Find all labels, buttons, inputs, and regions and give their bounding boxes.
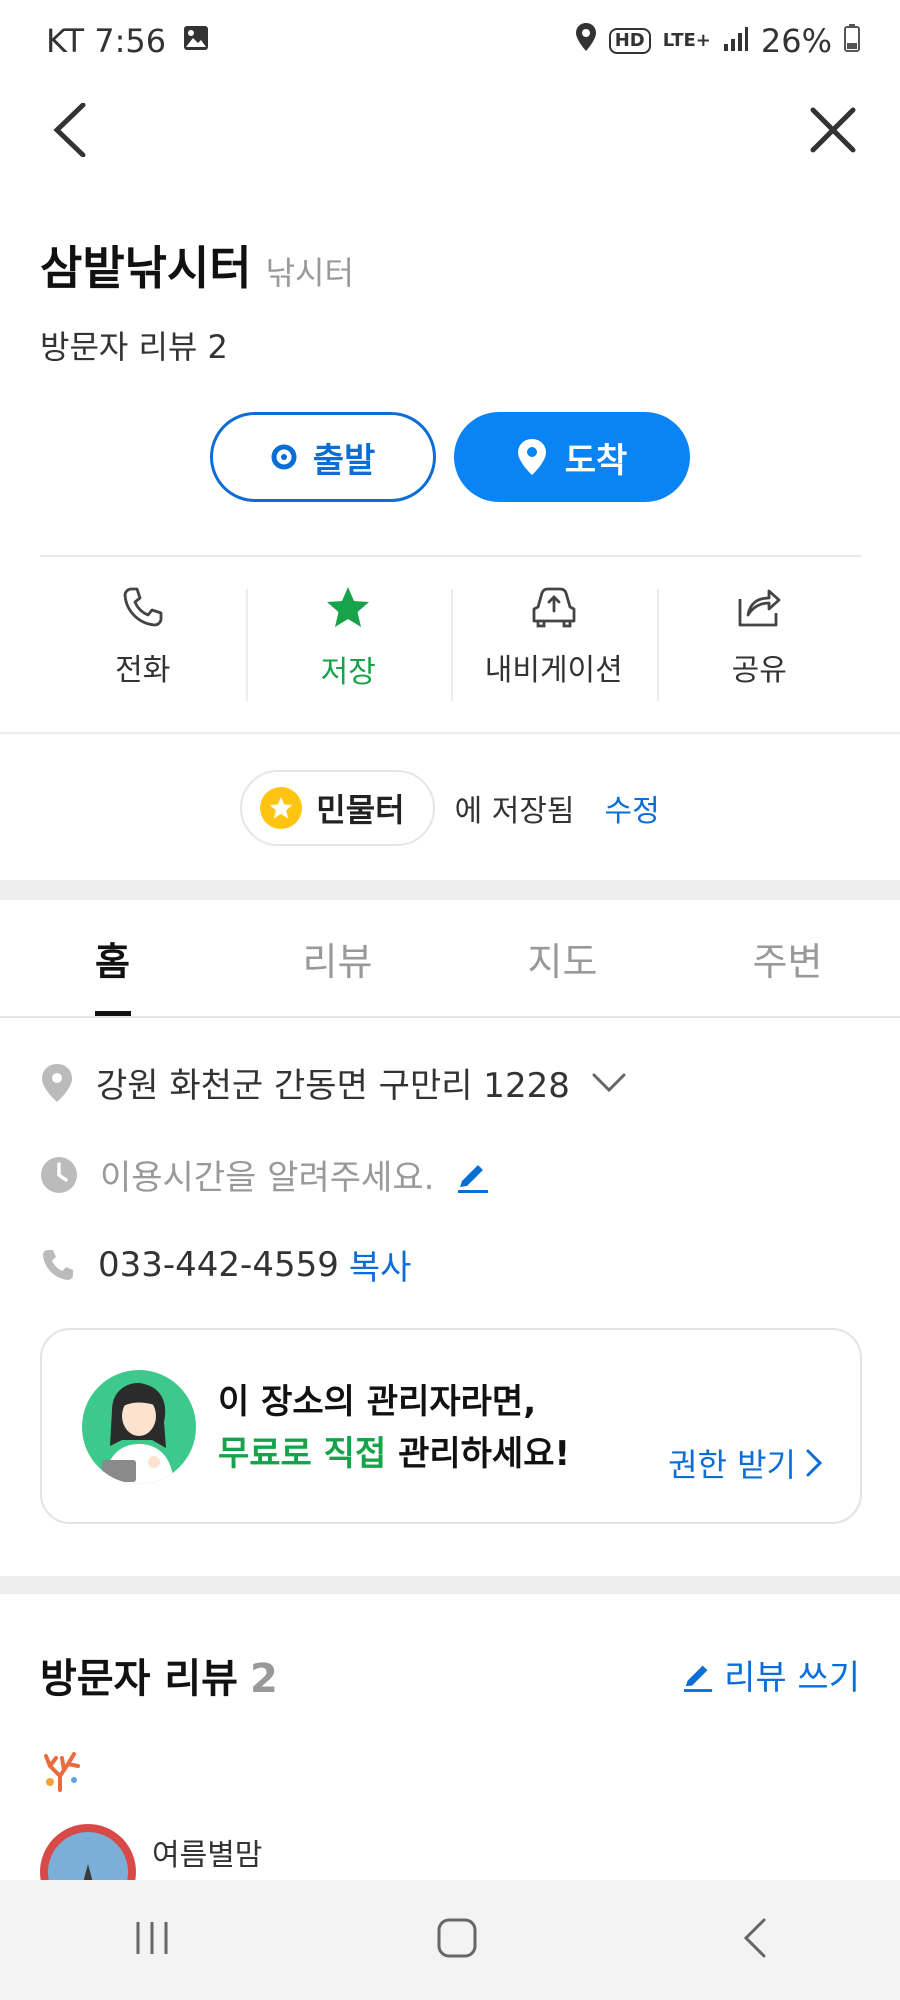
back-arrow-icon — [743, 1918, 766, 1958]
address-text: 강원 화천군 간동면 구만리 1228 — [96, 1066, 570, 1106]
place-header: 삼밭낚시터 낚시터 — [40, 232, 354, 298]
call-button[interactable]: 전화 — [40, 585, 246, 705]
signal-icon — [723, 22, 749, 60]
tab-review[interactable]: 리뷰 — [225, 900, 450, 1016]
navigation-label: 내비게이션 — [484, 653, 623, 688]
battery-level: 26% — [760, 22, 832, 60]
owner-illustration-image — [82, 1370, 196, 1484]
star-filled-icon — [327, 587, 370, 627]
save-label: 저장 — [320, 655, 376, 690]
section-separator — [0, 1576, 900, 1594]
clock-icon — [41, 1156, 77, 1193]
copy-phone-button[interactable]: 복사 — [349, 1240, 412, 1289]
place-name: 삼밭낚시터 — [40, 241, 252, 295]
carrier-time: KT 7:56 — [46, 22, 167, 60]
phone-icon — [123, 587, 163, 627]
system-back-button[interactable] — [742, 1917, 768, 1963]
call-label: 전화 — [115, 653, 171, 688]
back-button[interactable] — [40, 100, 100, 160]
tab-map[interactable]: 지도 — [450, 900, 675, 1016]
claim-permission-label: 권한 받기 — [668, 1446, 796, 1484]
coral-badge-icon — [40, 1748, 84, 1792]
origin-dot-icon — [271, 444, 297, 470]
share-icon — [738, 589, 781, 627]
navigation-button[interactable]: 내비게이션 — [451, 585, 657, 705]
reviews-header: 방문자 리뷰 2 — [40, 1646, 278, 1704]
saved-status-text: 에 저장됨 — [454, 794, 575, 829]
close-button[interactable] — [800, 100, 866, 160]
saved-folder-chip[interactable]: 민물터 — [240, 770, 435, 846]
arrive-button[interactable]: 도착 — [454, 412, 690, 502]
reviews-title: 방문자 리뷰 — [40, 1656, 238, 1702]
owner-card-message: 이 장소의 관리자라면, 무료로 직접 관리하세요! — [218, 1376, 570, 1480]
address-row[interactable]: 강원 화천군 간동면 구만리 1228 — [40, 1058, 626, 1107]
chevron-down-icon[interactable] — [592, 1073, 626, 1093]
section-separator — [0, 880, 900, 900]
status-bar: KT 7:56 HD LTE+ 26% — [0, 0, 900, 86]
saved-folder-name: 민물터 — [316, 791, 405, 829]
owner-card-line2-rest: 관리하세요! — [386, 1434, 570, 1474]
share-button[interactable]: 공유 — [656, 585, 863, 705]
write-review-button[interactable]: 리뷰 쓰기 — [682, 1650, 860, 1699]
owner-card-highlight: 무료로 직접 — [218, 1434, 387, 1474]
hd-voice-icon: HD — [608, 28, 651, 54]
system-navigation-bar — [0, 1880, 900, 2000]
owner-card-line2: 무료로 직접 관리하세요! — [218, 1428, 570, 1480]
save-button[interactable]: 저장 — [245, 585, 452, 705]
pencil-icon[interactable] — [456, 1157, 490, 1193]
tab-nearby[interactable]: 주변 — [675, 900, 900, 1016]
hours-prompt: 이용시간을 알려주세요. — [100, 1158, 435, 1198]
location-status-icon — [575, 22, 597, 60]
hours-row[interactable]: 이용시간을 알려주세요. — [40, 1150, 490, 1199]
phone-row: 033-442-4559 복사 — [40, 1240, 411, 1289]
divider — [0, 732, 900, 734]
saved-folder-row: 민물터 에 저장됨 수정 — [0, 770, 900, 846]
share-label: 공유 — [731, 653, 787, 688]
claim-permission-link[interactable]: 권한 받기 — [668, 1440, 822, 1486]
car-navigation-icon — [532, 587, 576, 628]
recent-apps-icon — [136, 1922, 168, 1954]
tab-bar: 홈 리뷰 지도 주변 — [0, 900, 900, 1018]
edit-saved-link[interactable]: 수정 — [605, 786, 660, 830]
pin-icon — [517, 439, 546, 475]
depart-label: 출발 — [312, 440, 376, 481]
close-icon — [810, 107, 856, 153]
gallery-notification-icon — [182, 22, 210, 60]
arrive-label: 도착 — [564, 440, 628, 481]
folder-star-icon — [260, 787, 303, 829]
chevron-left-icon — [53, 103, 86, 157]
owner-claim-card[interactable]: 이 장소의 관리자라면, 무료로 직접 관리하세요! 권한 받기 — [40, 1328, 862, 1524]
phone-number[interactable]: 033-442-4559 — [98, 1245, 339, 1285]
owner-card-line1: 이 장소의 관리자라면, — [218, 1382, 537, 1422]
recent-apps-button[interactable] — [132, 1918, 172, 1962]
network-type: LTE+ — [662, 30, 711, 51]
home-icon — [437, 1918, 477, 1958]
reviews-count: 2 — [249, 1656, 278, 1702]
battery-icon — [844, 22, 860, 60]
depart-button[interactable]: 출발 — [210, 412, 436, 502]
location-pin-icon — [42, 1063, 72, 1102]
tab-home[interactable]: 홈 — [0, 900, 225, 1016]
home-button[interactable] — [436, 1917, 478, 1963]
pencil-icon — [683, 1665, 713, 1692]
action-bar: 전화 저장 내비게이션 공유 — [40, 585, 862, 705]
place-category: 낚시터 — [265, 254, 354, 292]
chevron-right-icon — [806, 1449, 822, 1477]
reviewer-name[interactable]: 여름별맘 — [152, 1830, 262, 1874]
divider — [40, 555, 862, 557]
top-navigation — [0, 90, 900, 170]
review-summary-link[interactable]: 방문자 리뷰 2 — [40, 322, 228, 368]
phone-small-icon — [43, 1249, 73, 1280]
write-review-label: 리뷰 쓰기 — [724, 1658, 860, 1698]
